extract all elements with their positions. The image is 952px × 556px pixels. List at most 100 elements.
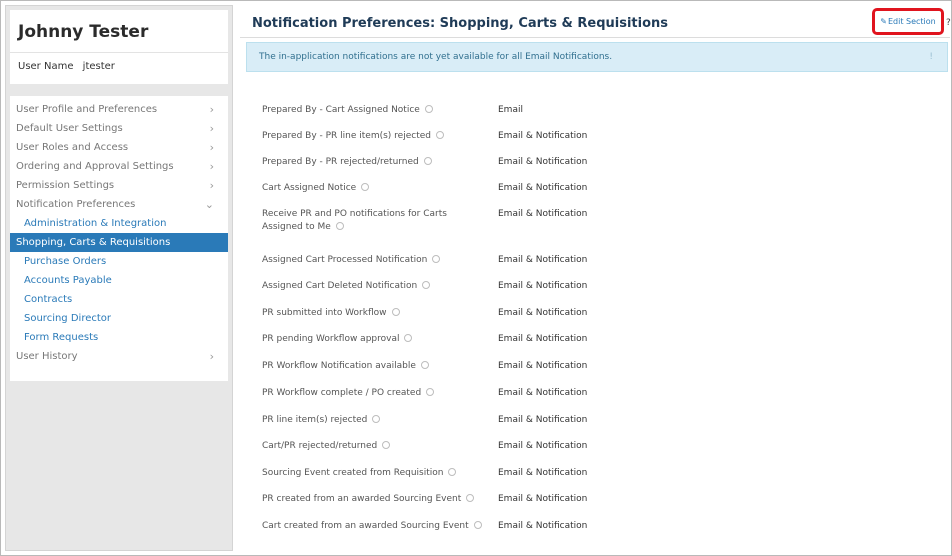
nav-item-permission-settings[interactable]: Permission Settings › [10,176,228,195]
preference-label: Cart/PR rejected/returned [262,440,391,453]
nav-item-label: Notification Preferences [16,199,136,210]
user-full-name: Johnny Tester [18,22,149,42]
preference-value: Email [498,105,523,115]
preference-label-text: PR created from an awarded Sourcing Even… [262,494,462,504]
edit-section-button[interactable]: ✎Edit Section [872,8,944,35]
preference-value: Email & Notification [498,361,588,371]
chevron-right-icon: › [209,103,214,116]
preference-value: Email & Notification [498,157,588,167]
preference-label: Assigned Cart Processed Notification [262,254,441,267]
nav-item-label: User Profile and Preferences [16,104,158,115]
info-icon[interactable] [420,361,429,369]
info-icon[interactable] [435,131,444,139]
preference-label-text: PR pending Workflow approval [262,334,400,344]
preference-label: Cart created from an awarded Sourcing Ev… [262,520,482,533]
dismiss-icon[interactable]: ! [929,43,933,71]
preference-label: Cart Assigned Notice [262,182,370,195]
info-icon[interactable] [422,281,431,289]
info-icon[interactable] [391,308,400,316]
preference-label-text: PR line item(s) rejected [262,415,368,425]
help-icon[interactable]: ? [946,18,951,28]
preference-value: Email & Notification [498,183,588,193]
preference-label-text: Cart/PR rejected/returned [262,441,378,451]
preference-value: Email & Notification [498,521,588,531]
info-icon[interactable] [372,415,381,423]
divider [240,37,950,38]
nav-subitem-administration[interactable]: Administration & Integration [10,214,228,233]
username-row: User Name jtester [18,61,121,72]
nav-subitem-accounts-payable[interactable]: Accounts Payable [10,271,228,290]
preference-label: PR submitted into Workflow [262,307,400,320]
nav-item-user-history[interactable]: User History › [10,347,228,366]
info-icon[interactable] [424,105,433,113]
preference-label: PR Workflow Notification available [262,360,429,373]
preference-value: Email & Notification [498,308,588,318]
nav-item-default-user-settings[interactable]: Default User Settings › [10,119,228,138]
chevron-right-icon: › [209,179,214,192]
preference-value: Email & Notification [498,388,588,398]
nav-item-user-profile[interactable]: User Profile and Preferences › [10,100,228,119]
nav-subitem-shopping-carts[interactable]: Shopping, Carts & Requisitions [10,233,228,252]
nav-item-ordering-approval[interactable]: Ordering and Approval Settings › [10,157,228,176]
settings-nav: User Profile and Preferences › Default U… [10,96,228,381]
preference-label-text: Assigned to Me [262,222,331,232]
info-icon[interactable] [404,334,413,342]
preference-label: PR line item(s) rejected [262,414,381,427]
page-title: Notification Preferences: Shopping, Cart… [252,16,669,31]
preference-value: Email & Notification [498,131,588,141]
chevron-right-icon: › [209,141,214,154]
preference-label: PR Workflow complete / PO created [262,387,435,400]
preference-label-text: Cart created from an awarded Sourcing Ev… [262,521,469,531]
preference-value: Email & Notification [498,468,588,478]
info-icon[interactable] [335,222,344,230]
preference-label-text: Assigned Cart Deleted Notification [262,281,418,291]
preference-label-text: Prepared By - Cart Assigned Notice [262,105,420,115]
nav-subitem-sourcing-director[interactable]: Sourcing Director [10,309,228,328]
nav-item-user-roles[interactable]: User Roles and Access › [10,138,228,157]
info-icon[interactable] [382,441,391,449]
info-icon[interactable] [423,157,432,165]
username-value: jtester [82,61,115,72]
preference-label: Prepared By - Cart Assigned Notice [262,104,433,117]
chevron-right-icon: › [209,160,214,173]
nav-item-notification-preferences[interactable]: Notification Preferences ⌄ [10,195,228,214]
nav-item-label: Default User Settings [16,123,123,134]
nav-subitem-contracts[interactable]: Contracts [10,290,228,309]
preference-value: Email & Notification [498,415,588,425]
divider [10,52,228,53]
info-icon[interactable] [426,388,435,396]
info-banner: The in-application notifications are not… [246,42,948,72]
user-card: Johnny Tester User Name jtester [10,10,228,84]
preference-value: Email & Notification [498,494,588,504]
info-icon[interactable] [361,183,370,191]
preference-label-text: PR Workflow Notification available [262,361,416,371]
nav-subitem-form-requests[interactable]: Form Requests [10,328,228,347]
info-icon[interactable] [473,521,482,529]
preference-label: Prepared By - PR line item(s) rejected [262,130,444,143]
preference-label-text: Receive PR and PO notifications for Cart… [262,209,447,219]
nav-item-label: User History [16,351,78,362]
info-icon[interactable] [466,494,475,502]
sidebar: Johnny Tester User Name jtester User Pro… [5,5,233,551]
info-banner-text: The in-application notifications are not… [259,52,613,62]
nav-item-label: User Roles and Access [16,142,129,153]
preference-value: Email & Notification [498,281,588,291]
preference-label-text: PR submitted into Workflow [262,308,387,318]
info-icon[interactable] [448,468,457,476]
nav-item-label: Ordering and Approval Settings [16,161,174,172]
nav-subitem-purchase-orders[interactable]: Purchase Orders [10,252,228,271]
preference-label-text: Prepared By - PR rejected/returned [262,157,419,167]
nav-item-label: Permission Settings [16,180,115,191]
preference-label: Assigned Cart Deleted Notification [262,280,431,293]
preference-label: Sourcing Event created from Requisition [262,467,457,480]
edit-section-label: Edit Section [887,17,936,26]
chevron-right-icon: › [209,122,214,135]
info-icon[interactable] [432,255,441,263]
preference-label-text: Sourcing Event created from Requisition [262,468,444,478]
preference-label-text: PR Workflow complete / PO created [262,388,422,398]
preference-label: Receive PR and PO notifications for Cart… [262,208,447,234]
preference-label-text: Cart Assigned Notice [262,183,357,193]
chevron-down-icon: ⌄ [204,198,214,211]
preference-label: PR created from an awarded Sourcing Even… [262,493,475,506]
preference-label: Prepared By - PR rejected/returned [262,156,432,169]
